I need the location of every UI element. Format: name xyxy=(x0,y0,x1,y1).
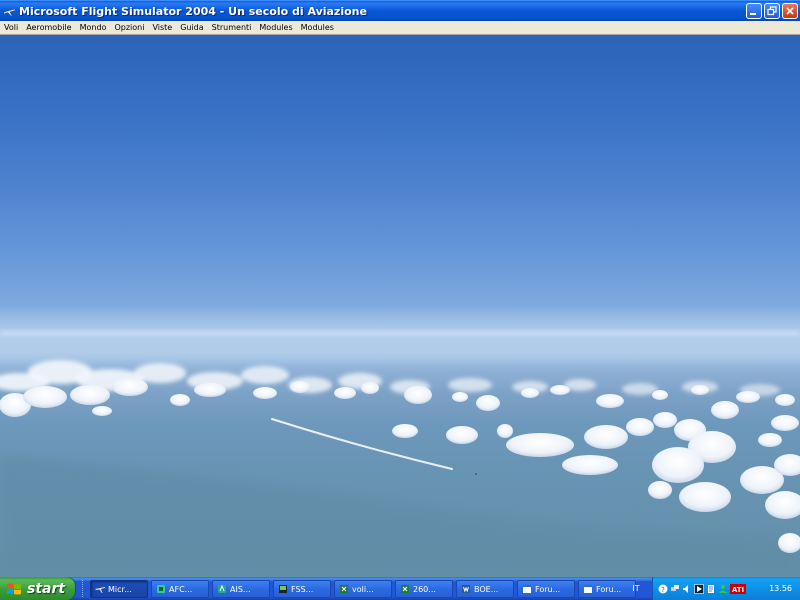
task-label: AIS... xyxy=(230,584,251,594)
task-label: AFC... xyxy=(169,584,193,594)
task-label: Foru... xyxy=(596,584,622,594)
minimize-button[interactable] xyxy=(746,3,762,19)
language-indicator[interactable]: IT xyxy=(626,577,646,600)
task-flightsim[interactable]: Micr... xyxy=(90,580,148,598)
task-label: voli... xyxy=(352,584,374,594)
start-label: start xyxy=(27,580,66,597)
contrail xyxy=(271,418,453,470)
help-icon[interactable]: ? xyxy=(658,584,668,594)
airplane-icon[interactable] xyxy=(3,5,16,18)
network-icon[interactable] xyxy=(670,584,680,594)
task-label: Micr... xyxy=(108,584,132,594)
horizon-line xyxy=(0,331,800,335)
task-forum-1[interactable]: Foru... xyxy=(517,580,575,598)
menu-modules[interactable]: Modules xyxy=(255,21,296,34)
task-voli[interactable]: voli... xyxy=(334,580,392,598)
window-title: Microsoft Flight Simulator 2004 - Un sec… xyxy=(19,4,367,18)
aircraft-dot xyxy=(475,473,477,475)
windows-flag-icon xyxy=(7,583,21,594)
task-label: 260... xyxy=(413,584,436,594)
start-button[interactable]: start xyxy=(0,577,76,600)
browser-icon xyxy=(523,585,531,593)
document-icon[interactable] xyxy=(706,584,716,594)
window-controls xyxy=(746,3,798,19)
menu-strumenti[interactable]: Strumenti xyxy=(208,21,256,34)
word-icon xyxy=(462,585,470,593)
clock[interactable]: 13.56 xyxy=(769,577,792,600)
messenger-icon[interactable] xyxy=(718,584,728,594)
task-label: Foru... xyxy=(535,584,561,594)
task-label: FSS... xyxy=(291,584,314,594)
title-bar[interactable]: Microsoft Flight Simulator 2004 - Un sec… xyxy=(0,0,800,21)
menu-aeromobile[interactable]: Aeromobile xyxy=(22,21,75,34)
minimize-icon xyxy=(750,13,756,15)
restore-icon xyxy=(767,6,777,16)
menu-mondo[interactable]: Mondo xyxy=(76,21,111,34)
svg-text:ATI: ATI xyxy=(732,586,744,594)
menu-viste[interactable]: Viste xyxy=(148,21,176,34)
quicklaunch-separator xyxy=(82,580,86,597)
task-buttons: Micr... AFC... AIS... FSS... voli... 260… xyxy=(90,580,636,598)
app-icon xyxy=(157,585,165,593)
app-icon xyxy=(218,584,226,593)
close-button[interactable] xyxy=(782,3,798,19)
task-ais[interactable]: AIS... xyxy=(212,580,270,598)
flight-view[interactable] xyxy=(0,35,800,577)
close-icon xyxy=(786,7,794,15)
volume-icon[interactable] xyxy=(682,584,692,594)
task-fss[interactable]: FSS... xyxy=(273,580,331,598)
task-label: BOE... xyxy=(474,584,499,594)
system-tray: ? ATI 13.56 xyxy=(652,577,800,600)
svg-text:?: ? xyxy=(661,586,665,594)
tray-icons: ? ATI xyxy=(658,583,746,594)
menu-voli[interactable]: Voli xyxy=(0,21,22,34)
task-boe[interactable]: BOE... xyxy=(456,580,514,598)
restore-button[interactable] xyxy=(764,3,780,19)
menu-guida[interactable]: Guida xyxy=(176,21,207,34)
excel-icon xyxy=(401,585,409,593)
menu-opzioni[interactable]: Opzioni xyxy=(110,21,148,34)
browser-icon xyxy=(584,585,592,593)
menu-bar: Voli Aeromobile Mondo Opzioni Viste Guid… xyxy=(0,21,800,35)
task-afc[interactable]: AFC... xyxy=(151,580,209,598)
menu-modules-2[interactable]: Modules xyxy=(297,21,338,34)
airplane-icon xyxy=(95,587,105,593)
taskbar: start Micr... AFC... AIS... FSS... voli.… xyxy=(0,577,800,600)
scene xyxy=(0,305,800,577)
task-260[interactable]: 260... xyxy=(395,580,453,598)
excel-icon xyxy=(340,585,348,593)
ati-icon[interactable]: ATI xyxy=(730,583,746,594)
media-player-icon[interactable] xyxy=(694,583,704,594)
app-icon xyxy=(279,585,287,593)
